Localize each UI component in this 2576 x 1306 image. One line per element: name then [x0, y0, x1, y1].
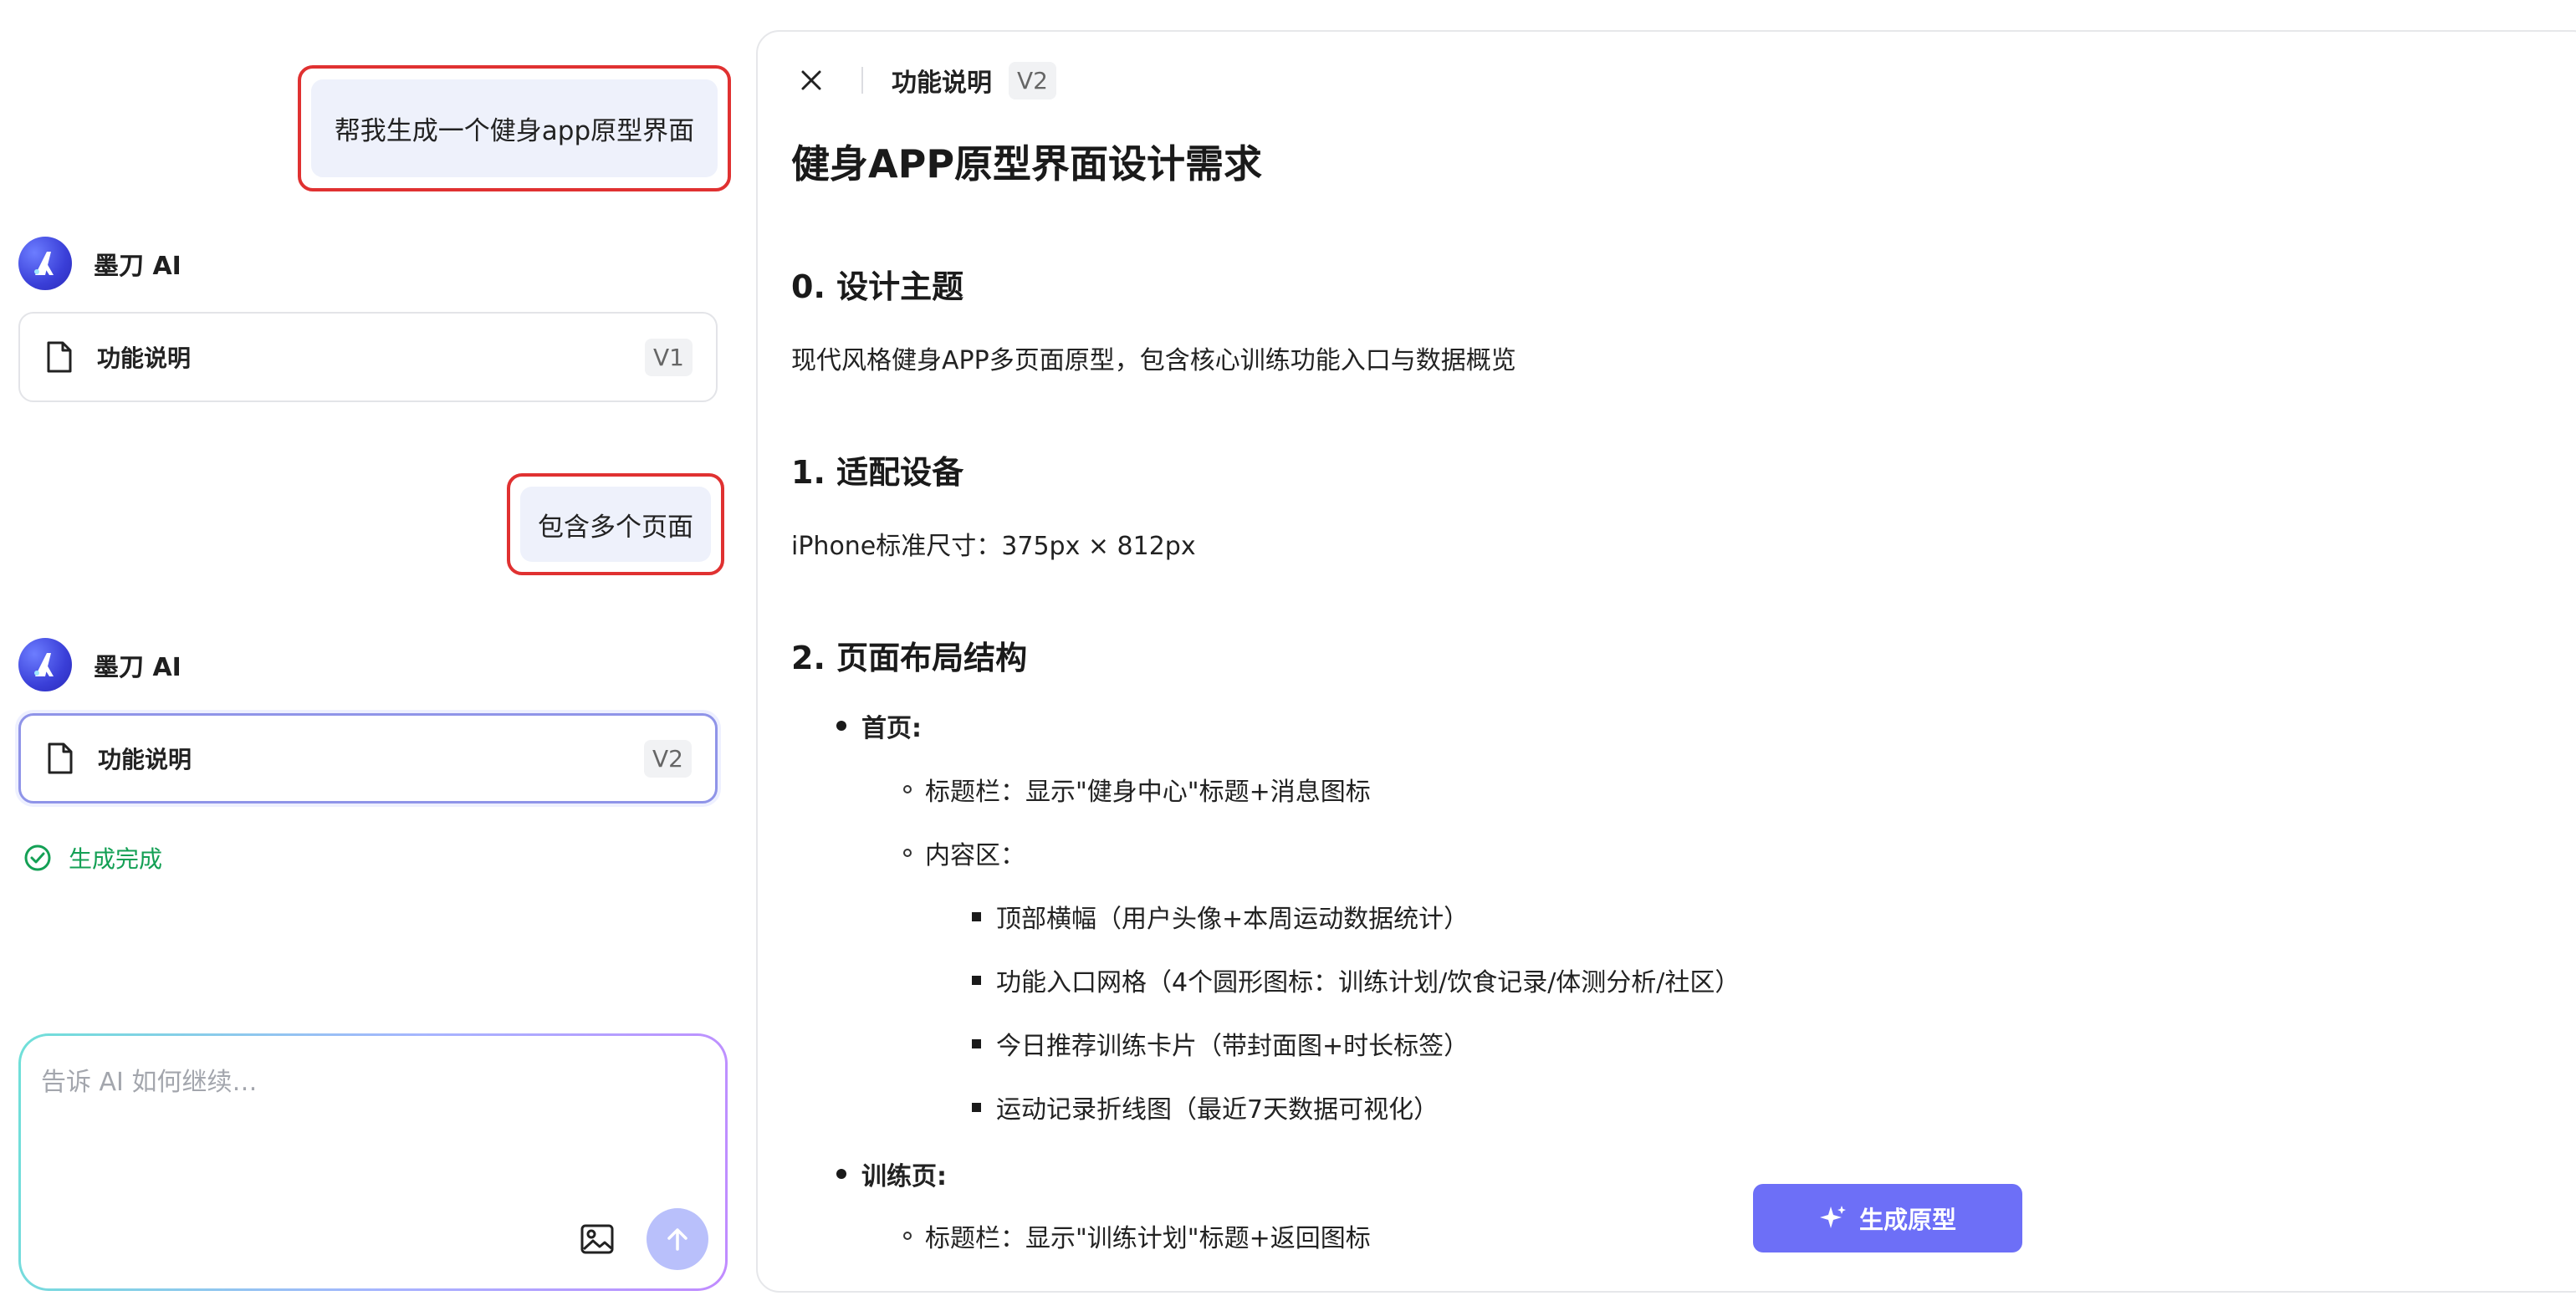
user-message-bubble: 包含多个页面	[520, 487, 711, 562]
generation-status: 生成完成	[23, 841, 162, 875]
section-text: 现代风格健身APP多页面原型，包含核心训练功能入口与数据概览	[791, 346, 1516, 375]
user-message-highlight: 包含多个页面	[507, 473, 724, 575]
list-item: 标题栏：显示"健身中心"标题+消息图标	[903, 771, 1371, 808]
list-item: 功能入口网格（4个圆形图标：训练计划/饮食记录/体测分析/社区）	[972, 962, 1740, 998]
section-heading: 2. 页面布局结构	[791, 640, 1028, 676]
chat-panel: 帮我生成一个健身app原型界面 墨刀 AI 功能说明 V1 包含多个页面 墨刀 …	[0, 0, 753, 1306]
section-heading: 1. 适配设备	[791, 454, 964, 491]
doc-card-v2[interactable]: 功能说明 V2	[18, 713, 718, 803]
ai-message-header: 墨刀 AI	[18, 237, 181, 290]
arrow-up-icon	[667, 1228, 687, 1251]
list-item: 今日推荐训练卡片（带封面图+时长标签）	[972, 1025, 1469, 1062]
ai-name: 墨刀 AI	[94, 252, 181, 281]
send-button[interactable]	[647, 1208, 708, 1270]
section-heading: 0. 设计主题	[791, 268, 964, 305]
generate-prototype-button[interactable]: 生成原型	[1753, 1184, 2022, 1252]
section-text: iPhone标准尺寸：375px × 812px	[791, 532, 1196, 561]
list-item: 运动记录折线图（最近7天数据可视化）	[972, 1089, 1439, 1125]
ai-avatar-icon	[18, 237, 72, 290]
ai-message-header: 墨刀 AI	[18, 638, 181, 691]
composer-placeholder: 告诉 AI 如何继续…	[41, 1068, 258, 1097]
status-text: 生成完成	[69, 845, 163, 873]
doc-card-label: 功能说明	[98, 746, 192, 773]
list-item: 首页:	[836, 707, 922, 744]
ai-avatar-icon	[18, 638, 72, 691]
sparkle-icon	[1819, 1206, 1846, 1228]
list-item: 标题栏：显示"训练计划"标题+返回图标	[903, 1217, 1371, 1254]
document-icon	[47, 341, 72, 373]
list-item: 训练页:	[836, 1156, 947, 1192]
doc-card-v1[interactable]: 功能说明 V1	[18, 312, 718, 402]
document-title: 健身APP原型界面设计需求	[791, 141, 1263, 186]
version-badge: V2	[1009, 61, 1056, 99]
list-item: 顶部横幅（用户头像+本周运动数据统计）	[972, 898, 1469, 935]
version-badge: V2	[644, 739, 692, 778]
close-icon[interactable]	[800, 69, 823, 92]
document-panel: 功能说明 V2 健身APP原型界面设计需求 0. 设计主题 现代风格健身APP多…	[756, 30, 2576, 1293]
header-divider	[861, 67, 863, 94]
composer-input[interactable]: 告诉 AI 如何继续…	[21, 1036, 725, 1288]
image-upload-icon[interactable]	[580, 1222, 615, 1257]
list-item: 内容区：	[903, 834, 1025, 871]
user-message-bubble: 帮我生成一个健身app原型界面	[311, 79, 718, 177]
doc-card-label: 功能说明	[97, 344, 192, 372]
document-header-title: 功能说明	[892, 69, 992, 98]
user-message-highlight: 帮我生成一个健身app原型界面	[298, 65, 731, 191]
chat-composer: 告诉 AI 如何继续…	[18, 1033, 728, 1291]
ai-name: 墨刀 AI	[94, 653, 181, 682]
document-icon	[48, 742, 73, 774]
check-circle-icon	[24, 844, 51, 871]
generate-label: 生成原型	[1858, 1206, 1956, 1234]
version-badge: V1	[645, 338, 693, 376]
document-header: 功能说明 V2	[758, 32, 2576, 129]
